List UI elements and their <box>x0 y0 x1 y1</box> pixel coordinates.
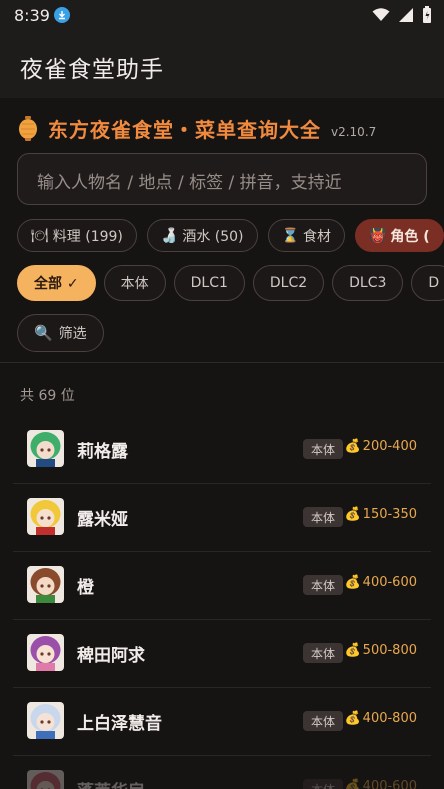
avatar <box>27 566 64 603</box>
money-bag-icon: 💰 <box>344 575 361 590</box>
filter-button[interactable]: 🔍 筛选 <box>17 314 104 352</box>
price-range: 💰 150-350 <box>344 507 417 522</box>
app-title: 夜雀食堂助手 <box>20 57 164 83</box>
dlc-tag: 本体 <box>302 779 343 789</box>
price-range: 💰 400-600 <box>344 779 417 789</box>
tab-drinks[interactable]: 🍶 酒水 (50) <box>146 219 258 252</box>
price-value: 400-600 <box>362 779 417 789</box>
tab-dishes[interactable]: 🍽 料理 (199) <box>17 219 137 252</box>
avatar <box>27 430 64 467</box>
money-bag-icon: 💰 <box>344 779 361 789</box>
oni-icon: 👹 <box>368 227 387 244</box>
character-name: 稗田阿求 <box>77 646 145 666</box>
character-list: 莉格露 本体 💰 200-400 露米娅 本体 💰 150-350 橙本体 💰 400-600 稗田阿… <box>13 416 431 789</box>
search-input[interactable]: 输入人物名 / 地点 / 标签 / 拼音，支持近 <box>17 153 427 205</box>
list-item[interactable]: 橙 本体 💰 400-600 <box>13 552 431 620</box>
main-content: 东方夜雀食堂・菜单查询大全 v2.10.7 输入人物名 / 地点 / 标签 / … <box>0 98 444 789</box>
character-name: 露米娅 <box>77 510 128 530</box>
price-range: 💰 400-600 <box>344 575 417 590</box>
avatar <box>27 702 64 739</box>
chip-all[interactable]: 全部 ✓ <box>17 265 96 301</box>
signal-icon <box>399 8 413 22</box>
sake-icon: 🍶 <box>160 227 179 244</box>
avatar <box>27 498 64 535</box>
list-item[interactable]: 莉格露 本体 💰 200-400 <box>13 416 431 484</box>
avatar <box>27 770 64 789</box>
chip-more[interactable]: D <box>411 265 444 301</box>
price-value: 200-400 <box>362 439 417 454</box>
divider <box>0 362 444 363</box>
chip-dlc2[interactable]: DLC2 <box>252 265 325 301</box>
dlc-tag: 本体 <box>302 643 343 663</box>
character-name: 橙 <box>77 578 94 598</box>
tab-label: 料理 (199) <box>52 228 123 245</box>
price-range: 💰 400-800 <box>344 711 417 726</box>
money-bag-icon: 💰 <box>344 507 361 522</box>
chip-dlc3[interactable]: DLC3 <box>332 265 404 301</box>
battery-icon <box>423 6 431 23</box>
list-item[interactable]: 露米娅 本体 💰 150-350 <box>13 484 431 552</box>
list-item[interactable]: 稗田阿求 本体 💰 500-800 <box>13 620 431 688</box>
filter-button-label: 筛选 <box>58 326 87 342</box>
lantern-icon <box>19 116 37 141</box>
money-bag-icon: 💰 <box>344 643 361 658</box>
status-time: 8:39 <box>14 6 50 25</box>
money-bag-icon: 💰 <box>344 439 361 454</box>
character-name: 上白泽慧音 <box>77 714 162 734</box>
avatar <box>27 634 64 671</box>
category-tabs: 🍽 料理 (199) 🍶 酒水 (50) ⌛ 食材 👹 角色 ( <box>17 219 444 252</box>
price-value: 150-350 <box>362 507 417 522</box>
price-range: 💰 500-800 <box>344 643 417 658</box>
character-name: 莉格露 <box>77 442 128 462</box>
download-icon <box>54 7 70 23</box>
list-item[interactable]: 蓬莱华扇 本体💰400-600 <box>13 756 431 789</box>
chip-dlc1[interactable]: DLC1 <box>173 265 245 301</box>
result-count: 共 69 位 <box>20 388 75 404</box>
hourglass-icon: ⌛ <box>281 227 299 244</box>
plate-icon: 🍽 <box>31 227 49 244</box>
character-name: 蓬莱华扇 <box>77 777 145 789</box>
dlc-tag: 本体 <box>302 711 343 731</box>
status-bar: 8:39 <box>0 0 444 32</box>
dlc-tag: 本体 <box>302 439 343 459</box>
dlc-tag: 本体 <box>302 507 343 527</box>
search-icon: 🔍 <box>34 324 53 342</box>
search-placeholder: 输入人物名 / 地点 / 标签 / 拼音，支持近 <box>37 173 342 193</box>
tab-characters[interactable]: 👹 角色 ( <box>354 219 444 252</box>
price-range: 💰 200-400 <box>344 439 417 454</box>
tab-ingredients[interactable]: ⌛ 食材 <box>267 219 345 252</box>
version-label: v2.10.7 <box>331 124 377 139</box>
tab-label: 角色 ( <box>390 228 430 245</box>
dlc-filter-chips: 全部 ✓ 本体 DLC1 DLC2 DLC3 D <box>17 265 444 301</box>
money-bag-icon: 💰 <box>344 711 361 726</box>
page-header: 东方夜雀食堂・菜单查询大全 v2.10.7 <box>18 114 376 143</box>
app-bar: 夜雀食堂助手 <box>0 32 444 98</box>
price-value: 500-800 <box>362 643 417 658</box>
price-value: 400-800 <box>362 711 417 726</box>
list-item[interactable]: 上白泽慧音 本体 💰 400-800 <box>13 688 431 756</box>
tab-label: 酒水 (50) <box>182 228 244 245</box>
wifi-icon <box>372 8 390 21</box>
page-title: 东方夜雀食堂・菜单查询大全 <box>48 118 321 142</box>
tab-label: 食材 <box>302 228 331 245</box>
chip-base[interactable]: 本体 <box>103 265 166 301</box>
dlc-tag: 本体 <box>302 575 343 595</box>
price-value: 400-600 <box>362 575 417 590</box>
